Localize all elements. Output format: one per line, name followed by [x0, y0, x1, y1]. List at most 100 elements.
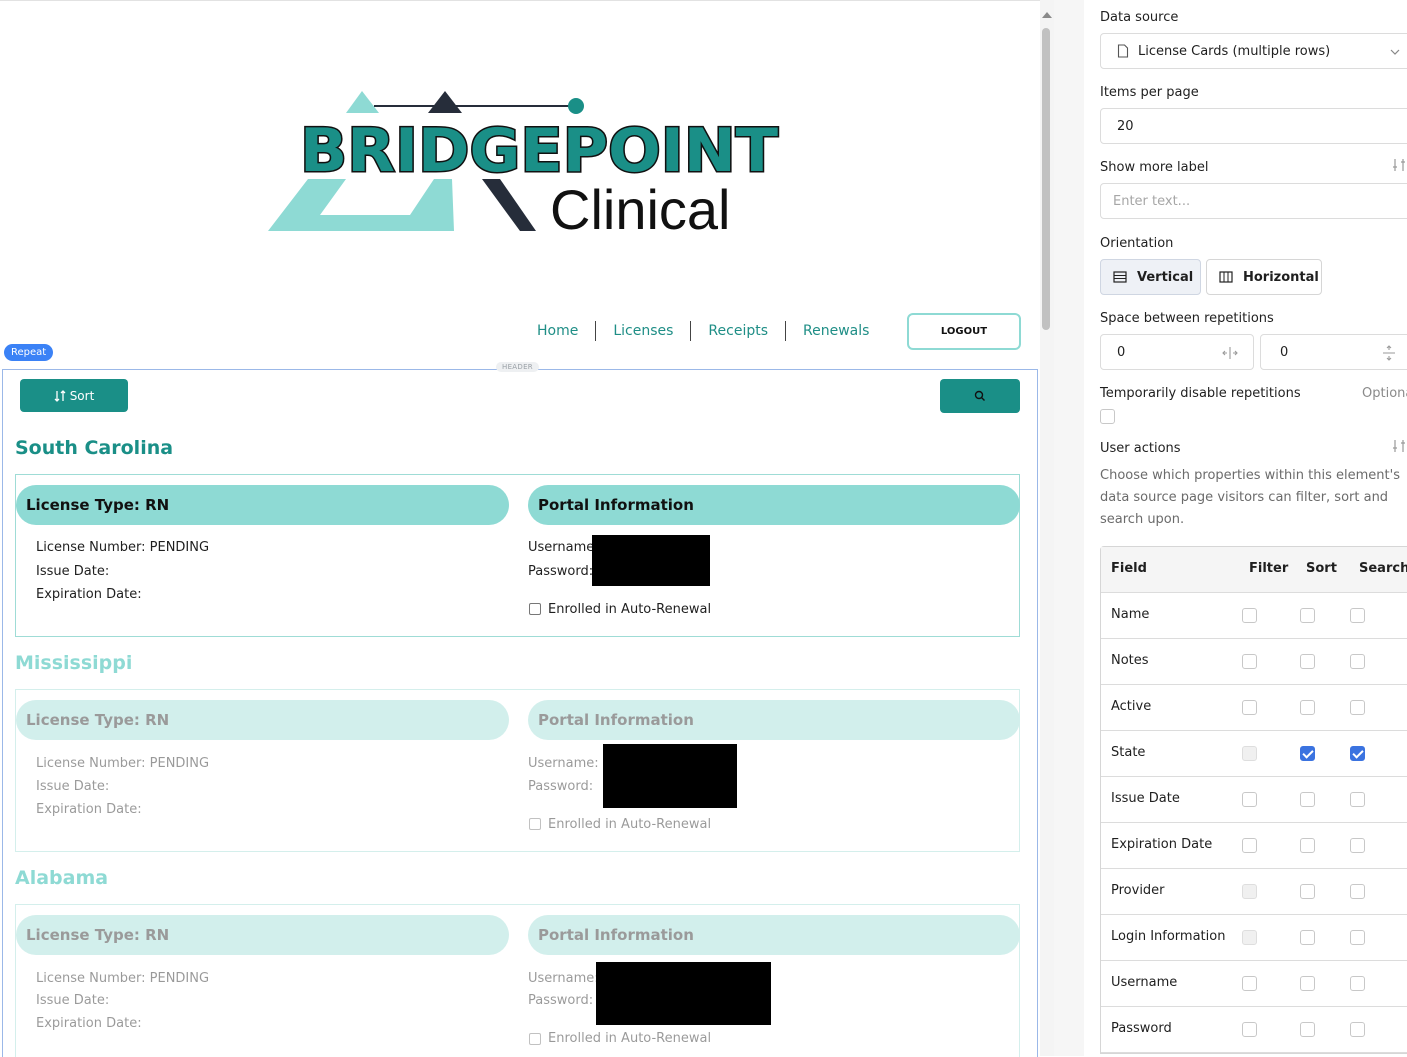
vertical-spacing-icon: [1383, 345, 1395, 361]
search-checkbox[interactable]: [1350, 1022, 1365, 1037]
sort-checkbox[interactable]: [1300, 654, 1315, 669]
sort-checkbox[interactable]: [1300, 1022, 1315, 1037]
sort-checkbox[interactable]: [1300, 884, 1315, 899]
license-number: License Number: PENDING: [36, 971, 210, 986]
field-name: Issue Date: [1111, 791, 1180, 806]
license-card: License Type: RN Portal Information Lice…: [15, 689, 1020, 852]
auto-renewal-checkbox[interactable]: [529, 603, 541, 615]
search-checkbox[interactable]: [1350, 700, 1365, 715]
search-checkbox[interactable]: [1350, 746, 1365, 761]
sort-checkbox[interactable]: [1300, 930, 1315, 945]
filter-checkbox[interactable]: [1242, 838, 1257, 853]
redaction-block: [603, 744, 737, 808]
issue-date: Issue Date:: [36, 779, 110, 794]
header-search: Search: [1359, 561, 1407, 576]
show-more-input[interactable]: Enter text...: [1100, 183, 1407, 219]
table-row: Issue Date: [1101, 777, 1407, 823]
disable-repetitions-checkbox[interactable]: [1100, 409, 1115, 424]
sort-checkbox[interactable]: [1300, 792, 1315, 807]
panel-gap: [1054, 0, 1084, 1056]
password-field: Password:: [528, 993, 594, 1008]
spacing-vertical-input[interactable]: 0: [1260, 334, 1407, 370]
filter-checkbox[interactable]: [1242, 654, 1257, 669]
filter-checkbox[interactable]: [1242, 700, 1257, 715]
expiration-date: Expiration Date:: [36, 802, 142, 817]
bridgepoint-logo: BRIDGEPOINT Clinical: [262, 87, 792, 247]
filter-checkbox[interactable]: [1242, 792, 1257, 807]
spacing-label: Space between repetitions: [1100, 311, 1274, 326]
sort-checkbox[interactable]: [1300, 976, 1315, 991]
properties-panel: Data source License Cards (multiple rows…: [1084, 0, 1407, 1056]
license-number: License Number: PENDING: [36, 756, 210, 771]
nav-receipts[interactable]: Receipts: [691, 323, 785, 339]
sort-checkbox[interactable]: [1300, 746, 1315, 761]
table-header-row: Field Filter Sort Search: [1101, 547, 1407, 593]
spacing-horizontal-input[interactable]: 0: [1100, 334, 1254, 370]
canvas-scrollbar[interactable]: [1040, 0, 1054, 1056]
user-actions-description-line: Choose which properties within this elem…: [1100, 468, 1400, 483]
user-actions-table: Field Filter Sort Search Name Notes Active…: [1100, 546, 1407, 1054]
optional-label: Optiona: [1362, 386, 1407, 401]
expiration-date: Expiration Date:: [36, 1016, 142, 1031]
show-more-placeholder: Enter text...: [1113, 193, 1191, 209]
sliders-icon[interactable]: [1391, 438, 1407, 454]
scrollbar-thumb[interactable]: [1042, 28, 1050, 330]
search-checkbox[interactable]: [1350, 884, 1365, 899]
state-title: Alabama: [15, 867, 109, 889]
user-actions-description-line: search upon.: [1100, 512, 1185, 527]
search-checkbox[interactable]: [1350, 654, 1365, 669]
rows-icon: [1113, 271, 1127, 283]
items-per-page-input[interactable]: 20: [1100, 108, 1407, 144]
auto-renewal-checkbox[interactable]: [529, 818, 541, 830]
search-checkbox[interactable]: [1350, 930, 1365, 945]
disable-repetitions-label: Temporarily disable repetitions: [1100, 386, 1301, 401]
username-field: Username:: [528, 971, 599, 986]
search-checkbox[interactable]: [1350, 608, 1365, 623]
table-row: Active: [1101, 685, 1407, 731]
search-checkbox[interactable]: [1350, 976, 1365, 991]
orientation-horizontal-label: Horizontal: [1243, 269, 1319, 285]
chevron-down-icon: [1390, 49, 1400, 55]
sort-button[interactable]: Sort: [20, 379, 128, 412]
repeat-badge[interactable]: Repeat: [4, 344, 54, 361]
table-row: Notes: [1101, 639, 1407, 685]
sort-checkbox[interactable]: [1300, 838, 1315, 853]
sliders-icon[interactable]: [1391, 157, 1407, 173]
table-row: Login Information: [1101, 915, 1407, 961]
horizontal-spacing-icon: [1222, 347, 1238, 359]
sort-checkbox[interactable]: [1300, 608, 1315, 623]
nav-renewals[interactable]: Renewals: [786, 323, 886, 339]
orientation-vertical-label: Vertical: [1137, 269, 1194, 285]
sort-checkbox[interactable]: [1300, 700, 1315, 715]
nav-licenses[interactable]: Licenses: [596, 323, 690, 339]
data-source-select[interactable]: License Cards (multiple rows): [1100, 33, 1407, 69]
orientation-vertical-button[interactable]: Vertical: [1100, 259, 1201, 295]
auto-renewal-checkbox[interactable]: [529, 1033, 541, 1045]
sort-icon: [54, 389, 66, 402]
field-name: Username: [1111, 975, 1178, 990]
filter-checkbox[interactable]: [1242, 1022, 1257, 1037]
logout-button[interactable]: LOGOUT: [907, 313, 1021, 350]
search-checkbox[interactable]: [1350, 838, 1365, 853]
search-checkbox[interactable]: [1350, 792, 1365, 807]
license-type-header: License Type: RN: [16, 700, 509, 740]
field-name: Expiration Date: [1111, 837, 1213, 852]
portal-info-header: Portal Information: [528, 485, 1020, 525]
user-actions-description-line: data source page visitors can filter, so…: [1100, 490, 1389, 505]
license-card: License Type: RN Portal Information Lice…: [15, 904, 1020, 1057]
filter-checkbox[interactable]: [1242, 608, 1257, 623]
nav-home[interactable]: Home: [520, 323, 595, 339]
filter-checkbox[interactable]: [1242, 746, 1257, 761]
field-name: Name: [1111, 607, 1150, 622]
orientation-horizontal-button[interactable]: Horizontal: [1206, 259, 1322, 295]
filter-checkbox[interactable]: [1242, 930, 1257, 945]
scroll-up-arrow-icon[interactable]: [1042, 12, 1052, 18]
table-row: Name: [1101, 593, 1407, 639]
filter-checkbox[interactable]: [1242, 976, 1257, 991]
search-button[interactable]: [940, 379, 1020, 413]
header-tag: HEADER: [496, 362, 539, 372]
table-row: State: [1101, 731, 1407, 777]
field-name: Notes: [1111, 653, 1149, 668]
filter-checkbox[interactable]: [1242, 884, 1257, 899]
state-title: South Carolina: [15, 437, 174, 459]
